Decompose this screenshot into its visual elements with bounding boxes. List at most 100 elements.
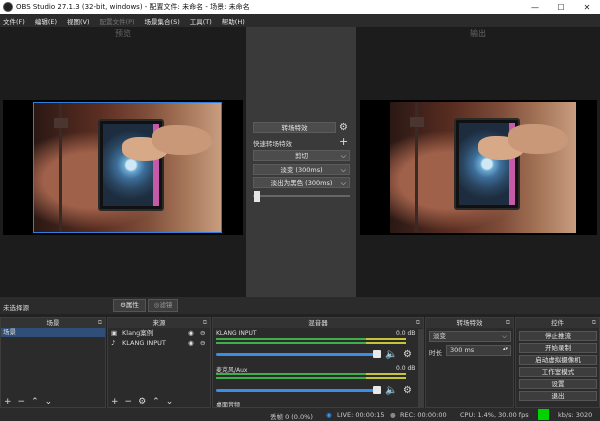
status-bar: 丢帧 0 (0.0%) ◉ LIVE: 00:00:15 ● REC: 00:0… <box>0 408 600 421</box>
menu-file[interactable]: 文件(F) <box>3 16 25 26</box>
scenes-footer: + − ⌃ ⌄ <box>1 396 105 407</box>
microphone-icon: ♪ <box>111 339 116 347</box>
sources-footer: + − ⚙ ⌃ ⌄ <box>108 396 210 407</box>
remove-source-button[interactable]: − <box>125 397 133 407</box>
remove-scene-button[interactable]: − <box>18 397 26 407</box>
dock-pin-icon[interactable]: ⧉ <box>98 318 102 328</box>
transition-slider-track[interactable] <box>253 195 350 197</box>
gear-icon[interactable]: ⚙ <box>403 385 412 396</box>
transition-button[interactable]: 转场特效 <box>253 122 336 133</box>
transition-select-value: 淡变 <box>433 332 446 340</box>
transitions-dock: 转场特效 ⧉ 淡变 ⌵ 时长 300 ms ▴▾ <box>425 317 514 408</box>
duration-value: 300 ms <box>450 346 475 354</box>
start-recording-button[interactable]: 开始录制 <box>519 343 597 353</box>
properties-button[interactable]: ⚙属性 <box>113 299 146 312</box>
move-down-icon[interactable]: ⌄ <box>166 397 174 407</box>
duration-field[interactable]: 300 ms ▴▾ <box>446 345 511 356</box>
gear-icon[interactable]: ⚙ <box>339 122 348 133</box>
menu-view[interactable]: 视图(V) <box>67 16 90 26</box>
volume-meter <box>216 377 366 379</box>
volume-meter <box>216 373 366 375</box>
scenes-title-label: 场景 <box>46 319 60 327</box>
obs-logo-icon <box>3 2 13 12</box>
dock-pin-icon[interactable]: ⧉ <box>592 318 596 328</box>
quick-transition-fade-black[interactable]: 淡出为黑色 (300ms) ⌵ <box>253 177 350 188</box>
duration-label: 时长 <box>429 349 442 357</box>
start-virtual-camera-button[interactable]: 启动虚拟摄像机 <box>519 355 597 365</box>
dock-pin-icon[interactable]: ⧉ <box>416 318 420 328</box>
source-label: KLANG INPUT <box>122 339 166 347</box>
settings-button[interactable]: 设置 <box>519 379 597 389</box>
connection-status-indicator <box>538 409 549 420</box>
lock-icon[interactable]: ⊖ <box>200 328 205 338</box>
properties-label: 属性 <box>125 301 139 309</box>
chevron-down-icon: ⌵ <box>502 332 507 340</box>
close-button[interactable]: ✕ <box>574 3 600 12</box>
output-pane: 输出 <box>356 27 600 297</box>
stepper-icon[interactable]: ▴▾ <box>503 345 508 354</box>
move-down-icon[interactable]: ⌄ <box>45 397 53 407</box>
chevron-down-icon: ⌵ <box>340 166 346 174</box>
move-up-icon[interactable]: ⌃ <box>31 397 39 407</box>
eye-icon[interactable]: ◉ <box>188 328 194 338</box>
menu-bar: 文件(F) 编辑(E) 视图(V) 配置文件(P) 场景集合(S) 工具(T) … <box>0 14 600 27</box>
maximize-button[interactable]: ☐ <box>548 3 574 12</box>
volume-meter-peak <box>366 342 406 344</box>
output-image <box>390 102 576 233</box>
add-icon[interactable]: + <box>339 135 348 148</box>
menu-edit[interactable]: 编辑(E) <box>35 16 57 26</box>
window-title: OBS Studio 27.1.3 (32-bit, windows) - 配置… <box>16 3 250 11</box>
minimize-button[interactable]: — <box>522 3 548 12</box>
menu-scene-collection[interactable]: 场景集合(S) <box>145 16 180 26</box>
volume-meter-peak <box>366 377 406 379</box>
volume-meter-peak <box>366 373 406 375</box>
dock-pin-icon[interactable]: ⧉ <box>506 318 510 328</box>
source-item[interactable]: ♪ KLANG INPUT ◉ ⊖ <box>108 338 210 348</box>
source-item[interactable]: ▣ Klang案例 ◉ ⊖ <box>108 328 210 338</box>
transition-select[interactable]: 淡变 ⌵ <box>429 331 511 342</box>
quick-transition-label: 淡出为黑色 (300ms) <box>270 179 333 187</box>
volume-slider-handle[interactable] <box>373 386 381 394</box>
gear-icon[interactable]: ⚙ <box>403 349 412 360</box>
volume-meter <box>216 342 366 344</box>
chevron-down-icon: ⌵ <box>340 179 346 187</box>
move-up-icon[interactable]: ⌃ <box>152 397 160 407</box>
add-source-button[interactable]: + <box>111 397 119 407</box>
transition-panel: 转场特效 ⚙ 快速转场特效 + 剪切 ⌵ 淡变 (300ms) ⌵ 淡出为黑色 (3… <box>246 27 356 297</box>
scenes-dock: 场景 ⧉ 场景 + − ⌃ ⌄ <box>0 317 106 408</box>
add-scene-button[interactable]: + <box>4 397 12 407</box>
volume-slider-handle[interactable] <box>373 350 381 358</box>
volume-slider[interactable] <box>216 389 376 392</box>
filters-button[interactable]: ◎滤镜 <box>148 299 178 312</box>
quick-transition-cut[interactable]: 剪切 ⌵ <box>253 150 350 161</box>
mixer-dock: 混音器 ⧉ KLANG INPUT 0.0 dB 🔈 ⚙ 麦克风/Aux 0.0 … <box>212 317 424 408</box>
mixer-channel-db: 0.0 dB <box>396 330 416 337</box>
lock-icon[interactable]: ⊖ <box>200 338 205 348</box>
bitrate: kb/s: 3020 <box>558 411 593 419</box>
record-timer: REC: 00:00:00 <box>400 411 447 419</box>
chevron-down-icon: ⌵ <box>340 152 346 160</box>
studio-mode-button[interactable]: 工作室模式 <box>519 367 597 377</box>
live-icon: ◉ <box>326 411 332 419</box>
menu-tools[interactable]: 工具(T) <box>190 16 212 26</box>
menu-profile[interactable]: 配置文件(P) <box>100 16 135 26</box>
gear-icon[interactable]: ⚙ <box>138 397 146 407</box>
menu-help[interactable]: 帮助(H) <box>222 16 245 26</box>
dock-pin-icon[interactable]: ⧉ <box>203 318 207 328</box>
controls-dock: 控件 ⧉ 停止推流 开始录制 启动虚拟摄像机 工作室模式 设置 退出 <box>515 317 600 408</box>
output-label: 输出 <box>470 29 486 38</box>
quick-transition-fade[interactable]: 淡变 (300ms) ⌵ <box>253 164 350 175</box>
eye-icon[interactable]: ◉ <box>188 338 194 348</box>
preview-image[interactable] <box>33 102 222 233</box>
volume-meter-peak <box>366 338 406 340</box>
stop-streaming-button[interactable]: 停止推流 <box>519 331 597 341</box>
speaker-icon[interactable]: 🔈 <box>385 349 397 360</box>
exit-button[interactable]: 退出 <box>519 391 597 401</box>
preview-pane[interactable]: 预览 <box>0 27 246 297</box>
transition-slider-handle[interactable] <box>254 191 260 202</box>
mixer-scrollbar[interactable] <box>418 329 423 407</box>
image-source-icon: ▣ <box>111 329 118 337</box>
volume-slider[interactable] <box>216 353 376 356</box>
scene-item[interactable]: 场景 <box>1 328 105 337</box>
speaker-icon[interactable]: 🔈 <box>385 385 397 396</box>
